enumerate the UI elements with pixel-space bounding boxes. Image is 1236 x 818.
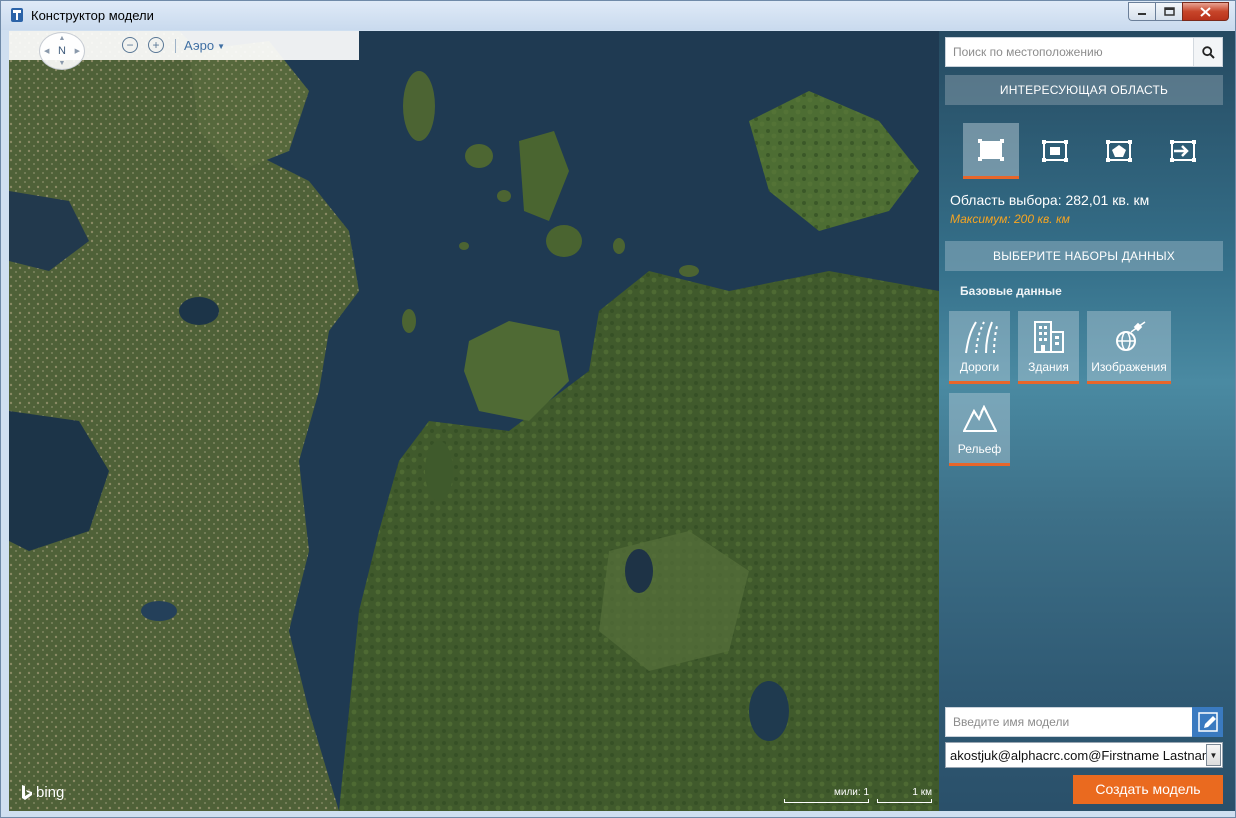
- dataset-buildings[interactable]: Здания: [1018, 311, 1079, 384]
- rectangle-select-icon: [978, 138, 1004, 161]
- edit-pencil-icon: [1197, 712, 1218, 732]
- chevron-down-icon[interactable]: ▼: [1206, 744, 1221, 766]
- bing-logo-text: bing: [36, 784, 65, 801]
- aoi-section-header[interactable]: ИНТЕРЕСУЮЩАЯ ОБЛАСТЬ: [945, 75, 1223, 105]
- bing-logo: bing: [21, 784, 64, 801]
- dataset-imagery[interactable]: Изображения: [1087, 311, 1171, 384]
- window-title: Конструктор модели: [31, 8, 154, 23]
- pan-up-icon[interactable]: ▲: [59, 35, 66, 42]
- polygon-select-icon: [1106, 140, 1132, 162]
- dataset-buildings-label: Здания: [1028, 360, 1069, 374]
- compass-control[interactable]: ▲ ▼ ◀ ▶ N: [39, 32, 85, 70]
- buildings-icon: [1033, 321, 1064, 353]
- selection-area-text: Область выбора: 282,01 кв. км: [950, 192, 1150, 208]
- search-icon: [1201, 45, 1215, 59]
- dataset-terrain[interactable]: Рельеф: [949, 393, 1010, 466]
- app-window: Конструктор модели ▲ ▼ ◀ ▶ N − + Аэро ▼ …: [0, 0, 1236, 818]
- model-name-input[interactable]: [946, 708, 1192, 736]
- side-panel: ИНТЕРЕСУЮЩАЯ ОБЛАСТЬ Область выбора: 282…: [939, 31, 1235, 811]
- aerial-map[interactable]: ▲ ▼ ◀ ▶ N − + Аэро ▼ bing мили: 1 1 км: [9, 31, 939, 811]
- compass-north-label: N: [58, 45, 66, 57]
- maximize-button[interactable]: [1155, 2, 1182, 21]
- base-data-label: Базовые данные: [960, 284, 1062, 298]
- create-model-button[interactable]: Создать модель: [1073, 775, 1223, 804]
- datasets-section-header[interactable]: ВЫБЕРИТЕ НАБОРЫ ДАННЫХ: [945, 241, 1223, 271]
- model-name-edit-button[interactable]: [1192, 707, 1223, 737]
- chevron-down-icon: ▼: [217, 42, 225, 52]
- satellite-imagery-icon: [1116, 321, 1146, 351]
- dataset-terrain-label: Рельеф: [957, 442, 1002, 456]
- max-area-warning: Максимум: 200 кв. км: [950, 212, 1070, 226]
- fit-view-icon: [1042, 140, 1068, 162]
- maximize-icon: [1163, 7, 1175, 16]
- polygon-select-button[interactable]: [1091, 123, 1147, 179]
- map-style-label: Аэро: [184, 38, 215, 53]
- aoi-tools: [963, 123, 1219, 179]
- dataset-imagery-label: Изображения: [1091, 360, 1167, 374]
- scale-miles-bar: [784, 799, 869, 803]
- minimize-icon: [1138, 12, 1146, 15]
- close-button[interactable]: [1182, 2, 1229, 21]
- title-bar: Конструктор модели: [1, 1, 1235, 30]
- search-button[interactable]: [1193, 38, 1222, 66]
- pan-left-icon[interactable]: ◀: [44, 47, 49, 55]
- zoom-in-icon: +: [152, 38, 160, 52]
- terrain-icon: [962, 405, 997, 432]
- close-icon: [1200, 6, 1211, 17]
- window-controls: [1128, 2, 1229, 21]
- scale-km-bar: [877, 799, 932, 803]
- zoom-out-icon: −: [126, 38, 134, 52]
- zoom-in-button[interactable]: +: [148, 37, 164, 53]
- dataset-roads[interactable]: Дороги: [949, 311, 1010, 384]
- scale-miles-label: мили: 1: [834, 787, 869, 798]
- account-select[interactable]: akostjuk@alphacrc.com@Firstname Lastname…: [945, 742, 1223, 768]
- toolbar-divider: [175, 39, 176, 53]
- rectangle-select-button[interactable]: [963, 123, 1019, 179]
- app-icon: [11, 8, 23, 22]
- minimize-button[interactable]: [1128, 2, 1155, 21]
- pan-right-icon[interactable]: ▶: [75, 47, 80, 55]
- model-name-field: [945, 707, 1223, 737]
- scale-km-label: 1 км: [912, 787, 932, 798]
- import-area-button[interactable]: [1155, 123, 1211, 179]
- bing-logo-icon: [22, 784, 32, 800]
- account-select-value: akostjuk@alphacrc.com@Firstname Lastname: [950, 748, 1206, 763]
- scale-bar-miles: мили: 1: [784, 787, 869, 803]
- location-search-input[interactable]: [946, 38, 1194, 66]
- map-style-dropdown[interactable]: Аэро ▼: [184, 38, 225, 53]
- aerial-map-imagery: [9, 31, 939, 811]
- zoom-out-button[interactable]: −: [122, 37, 138, 53]
- fit-view-button[interactable]: [1027, 123, 1083, 179]
- scale-bar-km: 1 км: [877, 787, 932, 803]
- map-toolbar: ▲ ▼ ◀ ▶ N − + Аэро ▼: [9, 31, 359, 70]
- import-area-icon: [1170, 140, 1196, 162]
- roads-icon: [964, 321, 998, 354]
- location-search: [945, 37, 1223, 67]
- pan-down-icon[interactable]: ▼: [59, 60, 66, 67]
- dataset-roads-label: Дороги: [959, 360, 1000, 374]
